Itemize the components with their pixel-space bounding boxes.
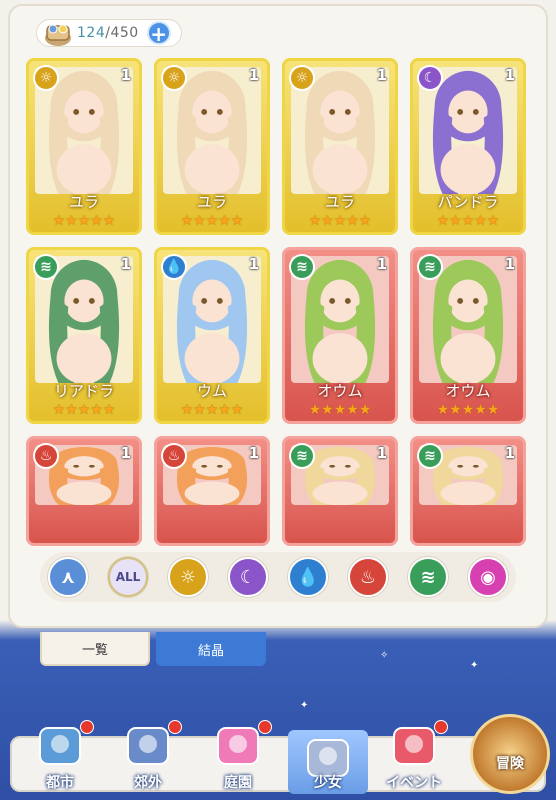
wind-element-icon: ≋ — [417, 443, 443, 469]
nav-city[interactable]: 都市 — [20, 718, 100, 794]
notification-badge — [168, 720, 182, 734]
card-count: 1 — [248, 255, 259, 273]
currency-pill: 124/450 + — [36, 19, 182, 47]
nav-outskirts[interactable]: 郊外 — [108, 718, 188, 794]
tab-list[interactable]: 一覧 — [40, 632, 150, 666]
fire-element-icon: ♨ — [161, 443, 187, 469]
moon-element-icon: ☾ — [417, 65, 443, 91]
sub-tabs: 一覧 結晶 — [40, 632, 266, 666]
filter-water-button[interactable]: 💧 — [288, 557, 328, 597]
star-rating: ★★★★★ — [52, 213, 116, 229]
notification-badge — [258, 720, 272, 734]
character-card[interactable]: 💧 1 ウム ★★★★★ — [154, 247, 270, 424]
card-count: 1 — [120, 444, 131, 462]
star-rating: ★★★★★ — [308, 213, 372, 229]
nav-label: 都市 — [46, 775, 74, 791]
character-card-grid: ☼ 1 ユラ ★★★★★ ☼ 1 ユラ ★★★★★ ☼ 1 ユラ ★★★★★ ☾ 1 パンドラ ★★★★★ ≋ 1… — [26, 58, 526, 546]
bottom-navigation: 都市 郊外 庭園 少女 イベント 冒険 — [10, 714, 550, 794]
nav-adventure[interactable]: 冒険 — [470, 714, 550, 794]
star-rating: ★★★★★ — [180, 213, 244, 229]
add-currency-button[interactable]: + — [146, 21, 171, 45]
character-name: パンドラ — [437, 193, 499, 211]
character-card[interactable]: ☼ 1 ユラ ★★★★★ — [282, 58, 398, 235]
nav-label: 冒険 — [496, 756, 524, 772]
character-card[interactable]: ♨ 1 — [154, 436, 270, 546]
star-rating: ★★★★★ — [180, 402, 244, 418]
sparkle-decoration: ✦ — [300, 700, 309, 711]
nav-label: 郊外 — [134, 775, 162, 791]
currency-bar: 124/450 + — [36, 16, 182, 50]
filter-special-button[interactable]: ◉ — [468, 557, 508, 597]
sun-element-icon: ☼ — [161, 65, 187, 91]
character-name: ユラ — [324, 193, 355, 211]
nav-girl[interactable]: 少女 — [288, 730, 368, 794]
character-card[interactable]: ≋ 1 — [410, 436, 526, 546]
bag-icon — [45, 24, 71, 46]
wind-element-icon: ≋ — [289, 443, 315, 469]
nav-event[interactable]: イベント — [374, 718, 454, 794]
notification-badge — [434, 720, 448, 734]
character-card[interactable]: ≋ 1 オウム ★★★★★ — [410, 247, 526, 424]
star-rating: ★★★★★ — [436, 213, 500, 229]
wind-element-icon: ≋ — [289, 254, 315, 280]
card-count: 1 — [376, 255, 387, 273]
card-count: 1 — [376, 444, 387, 462]
nav-label: イベント — [386, 775, 442, 791]
character-name: ユラ — [68, 193, 99, 211]
character-name: リアドラ — [53, 382, 114, 400]
wind-element-icon: ≋ — [417, 254, 443, 280]
card-count: 1 — [120, 66, 131, 84]
filter-fire-button[interactable]: ♨ — [348, 557, 388, 597]
character-card[interactable]: ☼ 1 ユラ ★★★★★ — [154, 58, 270, 235]
card-count: 1 — [504, 66, 515, 84]
character-name: オウム — [445, 382, 491, 400]
character-name: ウム — [196, 382, 227, 400]
filter-wind-button[interactable]: ≋ — [408, 557, 448, 597]
star-rating: ★★★★★ — [308, 402, 372, 418]
filter-sun-button[interactable]: ☼ — [168, 557, 208, 597]
card-count: 1 — [248, 444, 259, 462]
character-card[interactable]: ≋ 1 オウム ★★★★★ — [282, 247, 398, 424]
character-card[interactable]: ☾ 1 パンドラ ★★★★★ — [410, 58, 526, 235]
character-name: ユラ — [196, 193, 227, 211]
character-card[interactable]: ☼ 1 ユラ ★★★★★ — [26, 58, 142, 235]
tab-crystal[interactable]: 結晶 — [156, 632, 266, 666]
wind-element-icon: ≋ — [33, 254, 59, 280]
sparkle-decoration: ✦ — [470, 660, 479, 671]
currency-count: 124/450 — [77, 25, 139, 41]
character-card[interactable]: ≋ 1 リアドラ ★★★★★ — [26, 247, 142, 424]
sun-element-icon: ☼ — [289, 65, 315, 91]
sun-element-icon: ☼ — [33, 65, 59, 91]
filter-moon-button[interactable]: ☾ — [228, 557, 268, 597]
filter-sort-button[interactable]: ⋏ — [48, 557, 88, 597]
fire-element-icon: ♨ — [33, 443, 59, 469]
star-rating: ★★★★★ — [436, 402, 500, 418]
card-count: 1 — [504, 444, 515, 462]
element-filter-bar: ⋏ ALL ☼ ☾ 💧 ♨ ≋ ◉ — [40, 552, 516, 602]
nav-label: 庭園 — [224, 775, 252, 791]
sparkle-decoration: ✧ — [380, 650, 389, 661]
card-count: 1 — [376, 66, 387, 84]
character-card[interactable]: ♨ 1 — [26, 436, 142, 546]
nav-garden[interactable]: 庭園 — [198, 718, 278, 794]
card-count: 1 — [504, 255, 515, 273]
star-rating: ★★★★★ — [52, 402, 116, 418]
card-count: 1 — [248, 66, 259, 84]
character-card[interactable]: ≋ 1 — [282, 436, 398, 546]
notification-badge — [80, 720, 94, 734]
nav-label: 少女 — [314, 775, 342, 791]
water-element-icon: 💧 — [161, 254, 187, 280]
character-name: オウム — [317, 382, 363, 400]
card-count: 1 — [120, 255, 131, 273]
filter-all-button[interactable]: ALL — [108, 557, 148, 597]
